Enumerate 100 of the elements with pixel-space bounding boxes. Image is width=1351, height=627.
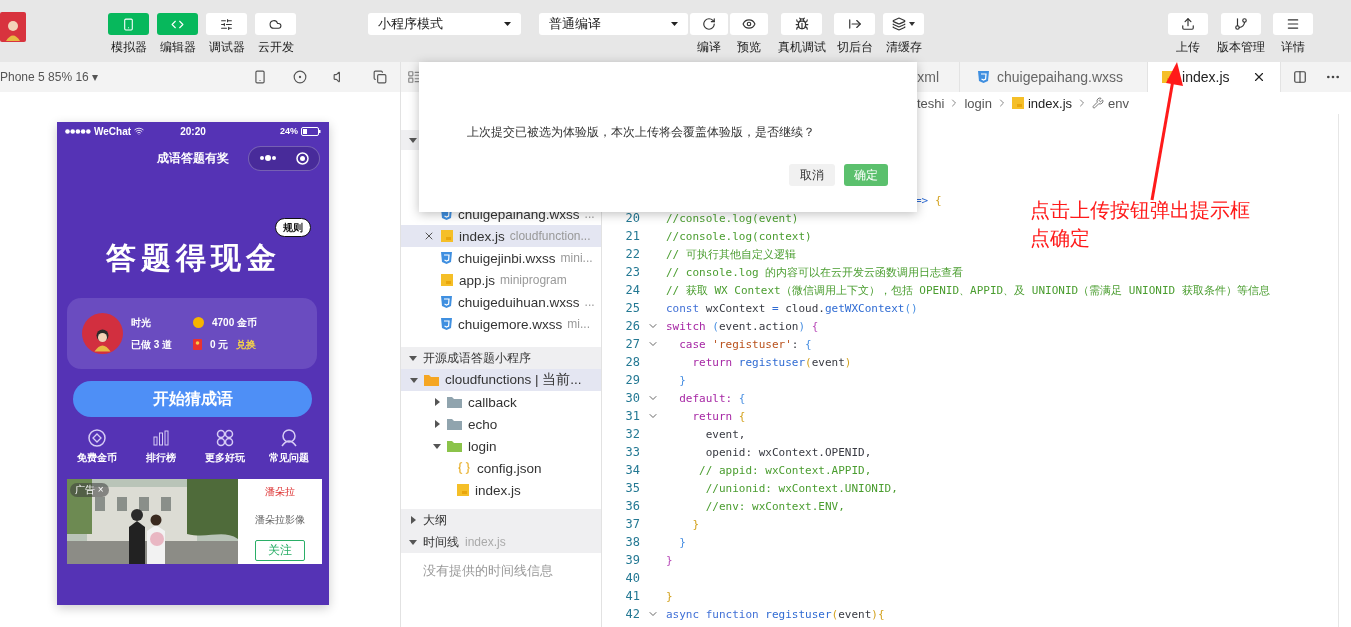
headline: 答题得现金 xyxy=(104,240,282,276)
folder-icon xyxy=(447,440,462,452)
code-line: default: { xyxy=(678,391,746,405)
ad-tag: 广告 × xyxy=(70,483,109,497)
view-toggle-button[interactable] xyxy=(157,13,198,35)
line-number: 34 xyxy=(624,463,640,477)
tree-item[interactable]: index.js xyxy=(401,479,601,501)
open-file-item[interactable]: app.js miniprogram xyxy=(401,269,601,291)
breadcrumb-item[interactable]: index.js xyxy=(1027,95,1072,111)
split-icon[interactable] xyxy=(1292,70,1307,84)
breadcrumb-item[interactable]: login xyxy=(964,95,992,111)
cloud-icon xyxy=(269,17,282,31)
grid-icon[interactable] xyxy=(215,428,235,448)
device-select[interactable]: Phone 5 85% 16 ▾ xyxy=(0,70,99,84)
code-line: event, xyxy=(704,427,746,441)
envelope-icon xyxy=(193,339,202,350)
wifi-icon xyxy=(134,126,145,136)
js-file-icon xyxy=(1011,97,1024,109)
open-file-item[interactable]: chuigeduihuan.wxss ... xyxy=(401,291,601,313)
cancel-button[interactable]: 取消 xyxy=(789,164,835,186)
js-file-icon xyxy=(457,484,469,496)
line-number: 38 xyxy=(624,535,640,549)
dropdown-caret-icon xyxy=(504,22,511,26)
signal-icon xyxy=(65,128,91,134)
open-file-item[interactable]: chuigejinbi.wxss mini... xyxy=(401,247,601,269)
menu-label[interactable]: 常见问题 xyxy=(269,451,309,465)
empty-message: 没有提供的时间线信息 xyxy=(423,562,554,580)
expanded-caret-icon xyxy=(410,376,418,384)
rules-button[interactable]: 规则 xyxy=(275,218,311,237)
css-file-icon xyxy=(441,252,452,264)
editor-tab[interactable]: index.js xyxy=(1148,62,1281,92)
record-icon[interactable] xyxy=(293,70,307,84)
tree-item[interactable]: login xyxy=(401,435,601,457)
close-icon[interactable] xyxy=(423,230,435,242)
section-header[interactable]: 开源成语答题小程序 xyxy=(401,347,601,369)
bar-chart-icon[interactable] xyxy=(151,428,171,448)
answered-count: 已做 3 道 xyxy=(131,337,174,352)
toolbar-button[interactable] xyxy=(883,13,924,35)
folder-icon xyxy=(424,374,439,386)
collapsed-caret-icon xyxy=(409,516,417,524)
menu-label[interactable]: 更多好玩 xyxy=(205,451,245,465)
line-number: 25 xyxy=(624,301,640,315)
dialog-message: 上次提交已被选为体验版，本次上传将会覆盖体验版，是否继续？ xyxy=(467,124,816,141)
sliders-icon xyxy=(220,17,233,31)
line-number: 35 xyxy=(624,481,640,495)
line-number: 40 xyxy=(624,571,640,585)
toolbar-label: 版本管理 xyxy=(1217,40,1265,54)
code-line: // 获取 WX Context（微信调用上下文），包括 OPENID、APPID、及 UNIONID（需满足 UNIONID 获取条件）等信息 xyxy=(666,282,1270,298)
coin-icon[interactable] xyxy=(87,428,107,448)
toolbar-button[interactable] xyxy=(781,13,822,35)
phone-icon[interactable] xyxy=(253,70,267,84)
code-line: //unionid: wxContext.UNIONID, xyxy=(704,481,898,495)
window-icon[interactable] xyxy=(373,70,387,84)
mode-select[interactable]: 小程序模式 xyxy=(368,13,521,35)
code-line: const wxContext = cloud.getWXContext() xyxy=(666,301,918,315)
code-line: return registuser(event) xyxy=(691,355,852,369)
section-header[interactable]: 时间线 index.js xyxy=(401,531,601,553)
battery-text: 24% xyxy=(280,126,298,136)
cash-amount: 0 元 xyxy=(210,337,229,352)
toolbar-button[interactable] xyxy=(690,13,728,35)
folder-icon xyxy=(447,418,462,430)
upload-icon xyxy=(1181,17,1195,31)
view-toggle-button[interactable] xyxy=(206,13,247,35)
toolbar-button[interactable] xyxy=(730,13,768,35)
breadcrumb-item[interactable]: env xyxy=(1108,95,1129,111)
avatar[interactable] xyxy=(0,12,26,42)
layers-icon xyxy=(892,17,906,31)
code-line: case 'registuser': { xyxy=(678,337,812,351)
tree-item[interactable]: echo xyxy=(401,413,601,435)
open-file-item[interactable]: chuigemore.wxss mi... xyxy=(401,313,601,335)
expanded-caret-icon xyxy=(409,538,417,546)
section-header[interactable]: 大纲 xyxy=(401,509,601,531)
tree-item[interactable]: cloudfunctions | 当前... xyxy=(401,369,601,391)
exchange-link[interactable]: 兑换 xyxy=(236,337,257,352)
code-line: } xyxy=(678,535,686,549)
brand-logo: 潘朵拉 xyxy=(265,485,295,499)
view-toggle-button[interactable] xyxy=(255,13,296,35)
line-number: 23 xyxy=(624,265,640,279)
toolbar-button[interactable] xyxy=(1168,13,1208,35)
tree-item[interactable]: config.json xyxy=(401,457,601,479)
js-file-icon xyxy=(441,274,453,286)
line-number: 26 xyxy=(624,319,640,333)
capsule-menu[interactable] xyxy=(248,145,320,171)
menu-label[interactable]: 免费金币 xyxy=(77,451,117,465)
bug-icon xyxy=(794,17,809,31)
view-toggle-button[interactable] xyxy=(108,13,149,35)
code-line: //console.log(event) xyxy=(666,211,799,225)
css-file-icon xyxy=(441,296,452,308)
open-file-item[interactable]: index.js cloudfunction... xyxy=(401,225,601,247)
compile-select[interactable]: 普通编译 xyxy=(539,13,688,35)
toolbar-button[interactable] xyxy=(1273,13,1313,35)
annotation-text: 点确定 xyxy=(1030,226,1091,251)
tree-item[interactable]: callback xyxy=(401,391,601,413)
menu-label[interactable]: 排行榜 xyxy=(146,451,176,465)
line-number: 32 xyxy=(624,427,640,441)
toolbar-button[interactable] xyxy=(1221,13,1261,35)
code-line: } xyxy=(666,553,673,567)
code-line: // 可执行其他自定义逻辑 xyxy=(666,246,796,262)
eye-icon xyxy=(742,17,756,31)
breadcrumb-item[interactable]: teshi xyxy=(917,95,945,111)
